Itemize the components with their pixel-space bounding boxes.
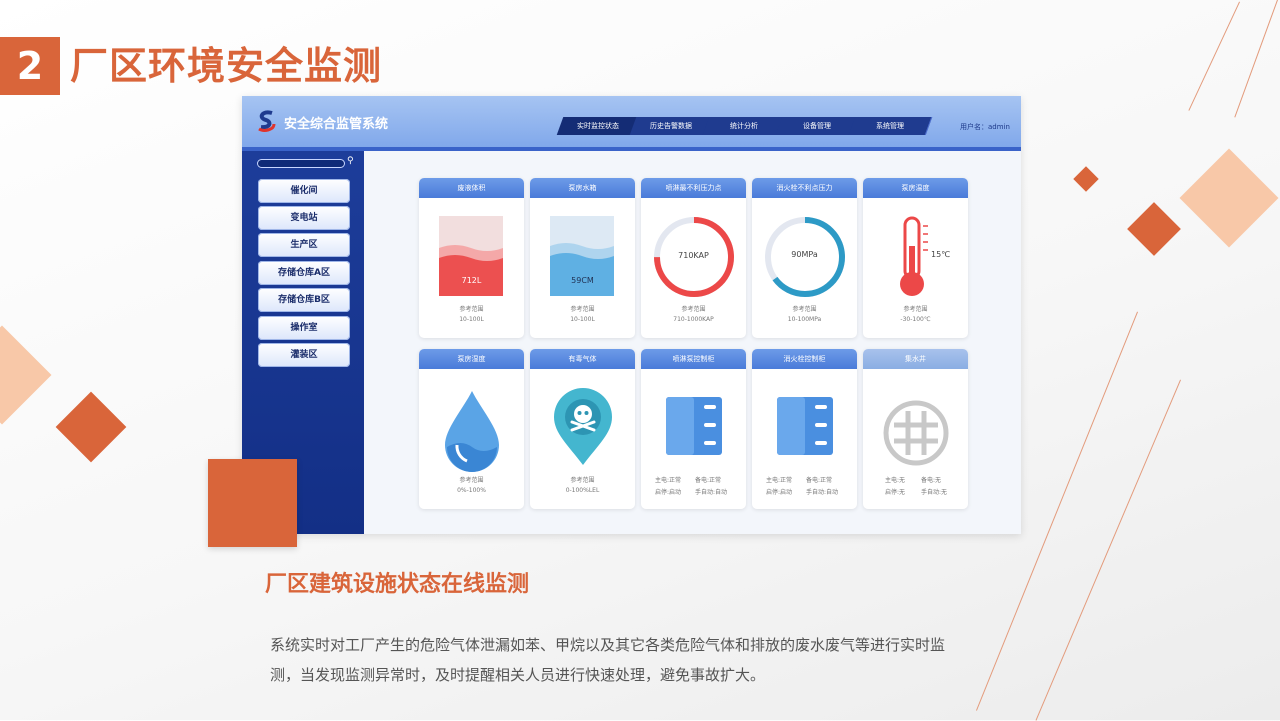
- range-value: 710-1000KAP: [673, 316, 714, 323]
- main-power-status: 主电:正常: [655, 477, 682, 484]
- range-label: 参考范围: [570, 306, 595, 313]
- card-title: 泵房湿度: [419, 349, 524, 369]
- description-paragraph: 系统实时对工厂产生的危险气体泄漏如苯、甲烷以及其它各类危险气体和排放的废水废气等…: [270, 636, 946, 684]
- skull-icon: [554, 388, 612, 465]
- cabinet-icon: [666, 397, 722, 455]
- card-spray-pressure[interactable]: 喷淋最不利压力点 710KAP 参考范围 710-1000KAP: [641, 178, 746, 338]
- tab-system[interactable]: 系统管理: [848, 117, 933, 135]
- backup-power-status: 备电:正常: [806, 477, 833, 484]
- card-title: 废液体积: [419, 178, 524, 198]
- start-stop-status: 启停:启动: [655, 489, 682, 496]
- logo-icon: [258, 110, 276, 132]
- top-nav: 实时监控状态 历史告警数据 统计分析 设备管理 系统管理: [556, 117, 933, 135]
- tab-device[interactable]: 设备管理: [775, 117, 860, 135]
- tank-value: 59CM: [571, 276, 594, 285]
- card-waste-volume[interactable]: 废液体积 712L 参考范围 10-100L: [419, 178, 524, 338]
- card-pump-temperature[interactable]: 泵房温度 15℃ 参考范围 -30-100℃: [863, 178, 968, 338]
- decor-diamond: [1073, 166, 1099, 192]
- app-title: 安全综合监管系统: [284, 117, 389, 132]
- start-stop-status: 启停:启动: [766, 489, 793, 496]
- card-toxic-gas[interactable]: 有毒气体 参考范围 0-100%LEL: [530, 349, 635, 509]
- decor-diamond: [1179, 148, 1279, 248]
- tab-statistics[interactable]: 统计分析: [702, 117, 787, 135]
- sidebar-item-catalysis[interactable]: 催化间: [258, 179, 350, 203]
- decor-diamond: [1127, 202, 1181, 256]
- auto-mode-status: 手自动:自动: [695, 489, 728, 496]
- section-subtitle: 厂区建筑设施状态在线监测: [265, 572, 530, 597]
- sidebar-item-filling[interactable]: 灌装区: [258, 343, 350, 367]
- backup-power-status: 备电:无: [921, 477, 942, 484]
- decor-line: [1035, 379, 1181, 721]
- tab-history[interactable]: 历史告警数据: [629, 117, 714, 135]
- decor-line: [1234, 0, 1278, 118]
- start-stop-status: 启停:无: [885, 489, 906, 496]
- sidebar-item-production[interactable]: 生产区: [258, 233, 350, 257]
- card-title: 消火栓不利点压力: [752, 178, 857, 198]
- card-sump-well[interactable]: 集水井 主电:无 备电:无 启停:无 手自动:无: [863, 349, 968, 509]
- decor-square: [208, 459, 297, 547]
- decor-diamond: [0, 325, 52, 425]
- range-value: 10-100MPa: [787, 316, 822, 323]
- card-spray-cabinet[interactable]: 喷淋泵控制柜 主电:正常 备电:正常 启停:启动 手自动:自动: [641, 349, 746, 509]
- sidebar-item-substation[interactable]: 变电站: [258, 206, 350, 230]
- card-title: 喷淋泵控制柜: [641, 349, 746, 369]
- tank-value: 712L: [461, 276, 482, 285]
- card-title: 喷淋最不利压力点: [641, 178, 746, 198]
- range-value: -30-100℃: [900, 316, 931, 323]
- card-hydrant-cabinet[interactable]: 消火栓控制柜 主电:正常 备电:正常 启停:启动 手自动:自动: [752, 349, 857, 509]
- cabinet-icon: [777, 397, 833, 455]
- main-power-status: 主电:无: [885, 477, 906, 484]
- card-title: 集水井: [863, 349, 968, 369]
- gauge-value: 90MPa: [791, 250, 818, 259]
- range-value: 0-100%LEL: [565, 487, 600, 494]
- sidebar-item-operation[interactable]: 操作室: [258, 316, 350, 340]
- sidebar-item-warehouse-b[interactable]: 存储仓库B区: [258, 288, 350, 312]
- user-label: 用户名：admin: [960, 123, 1010, 131]
- app-window: 安全综合监管系统 实时监控状态 历史告警数据 统计分析 设备管理 系统管理 用户…: [242, 96, 1021, 534]
- card-pump-tank[interactable]: 泵房水箱 59CM 参考范围 10-100L: [530, 178, 635, 338]
- range-value: 10-100L: [570, 316, 595, 323]
- search-icon[interactable]: ⚲: [347, 156, 354, 166]
- range-label: 参考范围: [459, 306, 484, 313]
- decor-diamond: [55, 391, 127, 463]
- well-grate-icon: [883, 400, 949, 466]
- range-value: 0%-100%: [457, 487, 486, 494]
- tab-realtime[interactable]: 实时监控状态: [556, 117, 641, 135]
- auto-mode-status: 手自动:自动: [806, 489, 839, 496]
- auto-mode-status: 手自动:无: [921, 489, 948, 496]
- sidebar-item-warehouse-a[interactable]: 存储仓库A区: [258, 261, 350, 285]
- water-drop-icon: [445, 391, 499, 472]
- section-number: 2: [0, 37, 60, 95]
- backup-power-status: 备电:正常: [695, 477, 722, 484]
- app-header: 安全综合监管系统 实时监控状态 历史告警数据 统计分析 设备管理 系统管理 用户…: [242, 96, 1021, 151]
- slide-title: 厂区环境安全监测: [70, 44, 383, 88]
- decor-line: [1188, 1, 1240, 111]
- card-title: 有毒气体: [530, 349, 635, 369]
- card-title: 泵房温度: [863, 178, 968, 198]
- temperature-value: 15℃: [931, 250, 951, 259]
- range-label: 参考范围: [792, 306, 817, 313]
- card-pump-humidity[interactable]: 泵房湿度 参考范围 0%-100%: [419, 349, 524, 509]
- main-power-status: 主电:正常: [766, 477, 793, 484]
- card-title: 消火栓控制柜: [752, 349, 857, 369]
- range-label: 参考范围: [570, 477, 595, 484]
- range-label: 参考范围: [459, 477, 484, 484]
- range-label: 参考范围: [681, 306, 706, 313]
- search-input[interactable]: [257, 159, 345, 168]
- card-title: 泵房水箱: [530, 178, 635, 198]
- card-hydrant-pressure[interactable]: 消火栓不利点压力 90MPa 参考范围 10-100MPa: [752, 178, 857, 338]
- range-value: 10-100L: [459, 316, 484, 323]
- gauge-value: 710KAP: [678, 251, 709, 260]
- range-label: 参考范围: [903, 306, 928, 313]
- thermometer-icon: [900, 216, 928, 296]
